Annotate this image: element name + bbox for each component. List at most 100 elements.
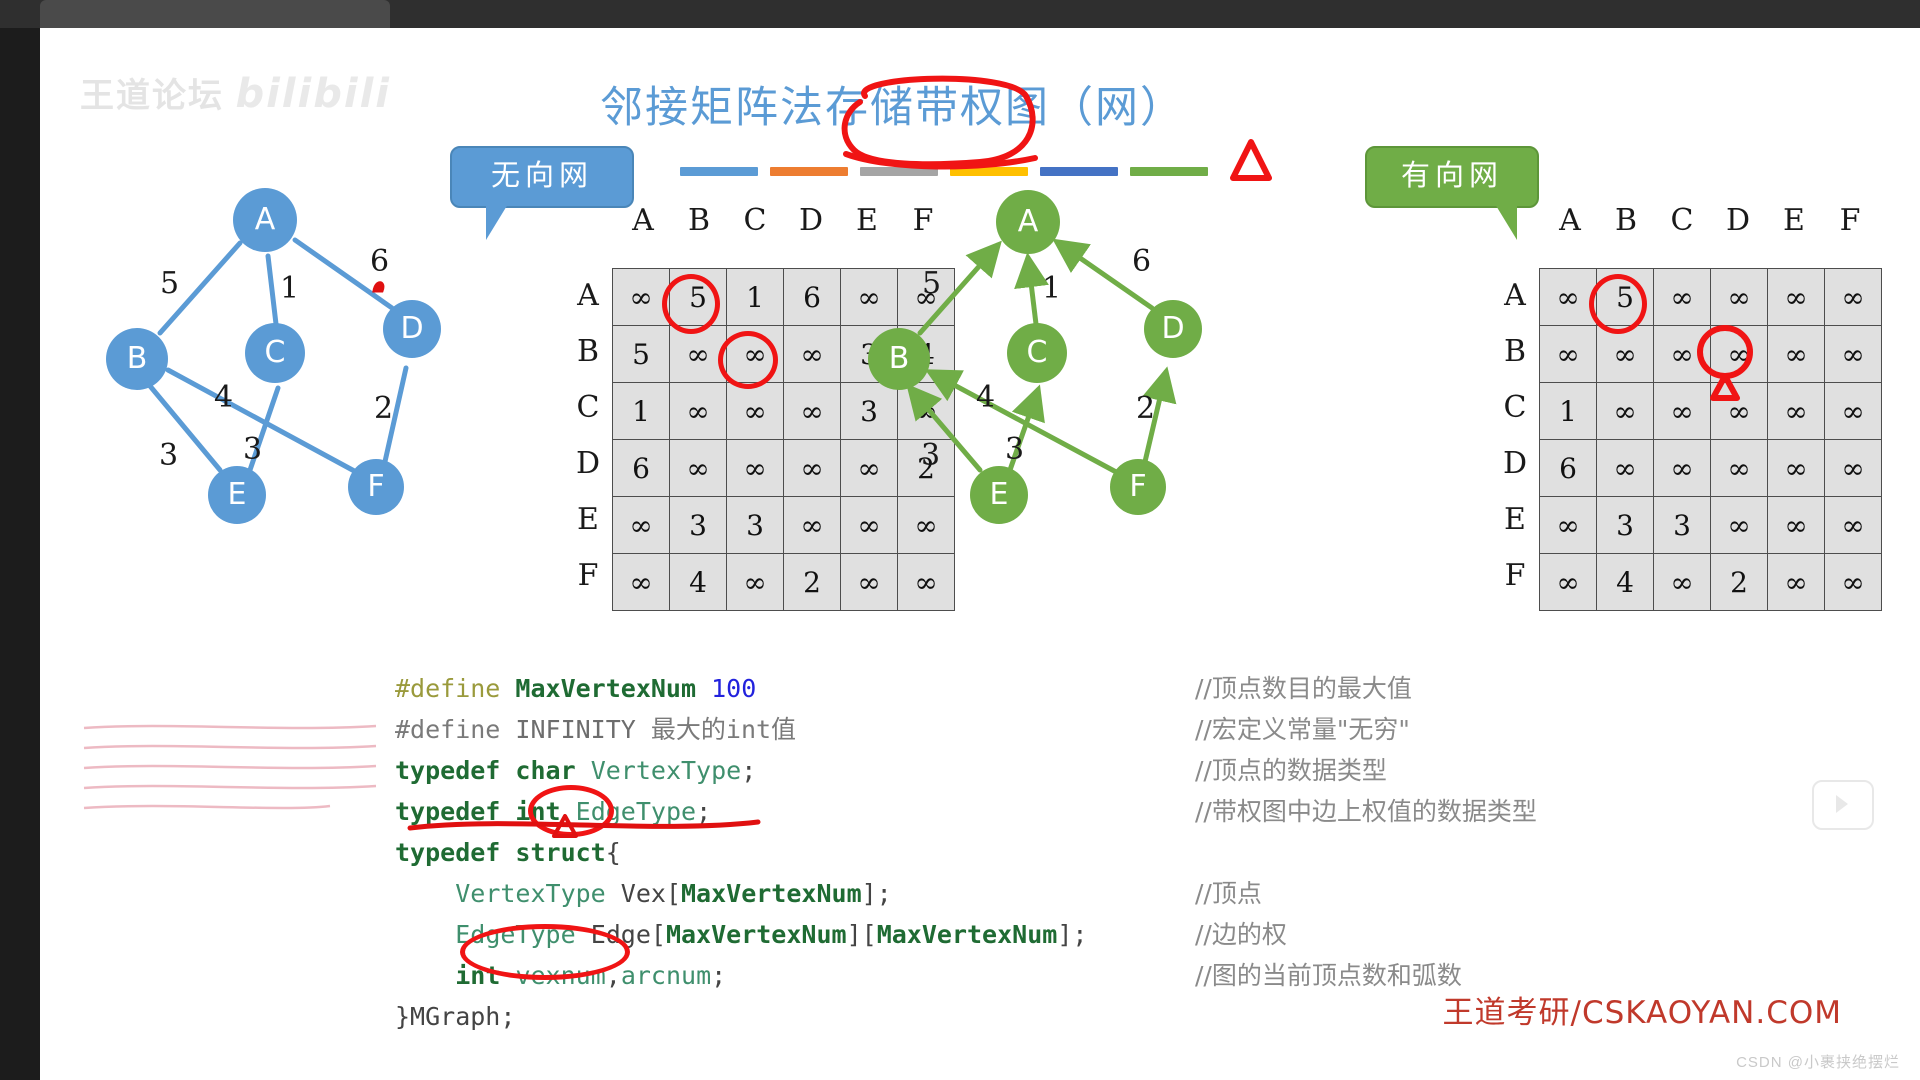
node-label: E: [227, 477, 247, 512]
matrix-cell: ∞: [1539, 325, 1597, 383]
code-token: 最大的int值: [650, 715, 797, 744]
edge-C-to-A: [1014, 252, 1049, 327]
row-header: B: [576, 334, 600, 369]
table-row: ∞ 4 ∞ 2 ∞ ∞: [612, 553, 955, 611]
callout-directed: 有向网: [1365, 146, 1539, 240]
edge-weight-A-D: 6: [370, 244, 390, 279]
matrix-cell: ∞: [840, 553, 898, 611]
code-token: arcnum: [620, 961, 712, 990]
edge-weight-F-B: 4: [976, 380, 996, 415]
matrix-cell: 1: [726, 268, 784, 326]
node-label: A: [254, 202, 276, 237]
node-label: E: [989, 477, 1009, 512]
matrix-cell: ∞: [1824, 439, 1882, 497]
col-header: A: [632, 203, 654, 238]
matrix-cell: ∞: [1767, 382, 1825, 440]
graph-node-A: A: [233, 188, 297, 252]
graph-node-F: F: [1110, 459, 1166, 515]
matrix-cell: ∞: [1710, 325, 1768, 383]
graph-node-D: D: [1144, 300, 1202, 358]
matrix-cell: ∞: [669, 382, 727, 440]
matrix-cell: ∞: [726, 439, 784, 497]
node-label: D: [1161, 311, 1185, 346]
row-header: E: [1504, 502, 1526, 537]
graph-node-B: B: [868, 328, 930, 390]
browser-topbar: [0, 0, 1920, 28]
graph-node-B: B: [106, 328, 168, 390]
row-header: E: [577, 502, 599, 537]
table-row: ∞ ∞ ∞ ∞ ∞ ∞: [1539, 325, 1882, 383]
code-token: #define: [395, 674, 501, 703]
matrix-cell: ∞: [1824, 496, 1882, 554]
row-header: A: [577, 278, 599, 313]
node-label: F: [367, 469, 385, 504]
graph-node-C: C: [1007, 323, 1067, 383]
ink-circle-int-keyword: [528, 785, 614, 837]
matrix-cell: ∞: [1653, 382, 1711, 440]
edge-B-F: [165, 367, 361, 476]
row-header: A: [1504, 278, 1526, 313]
node-label: C: [1026, 335, 1048, 370]
code-token: {: [605, 838, 621, 867]
matrix-cell: ∞: [1767, 268, 1825, 326]
node-label: B: [888, 341, 910, 376]
matrix-cell: ∞: [1767, 553, 1825, 611]
row-header: F: [577, 558, 599, 593]
matrix-directed-table: ∞ 5 ∞ ∞ ∞ ∞ ∞ ∞ ∞ ∞ ∞ ∞ 1 ∞ ∞ ∞ ∞ ∞ 6 ∞ ∞ ∞ ∞ ∞ ∞ 3 3 ∞ ∞ ∞ ∞ 4 ∞ 2 ∞ ∞: [1539, 268, 1882, 611]
matrix-cell: ∞: [897, 553, 955, 611]
code-token: VertexType: [455, 879, 606, 908]
matrix-cell: ∞: [1653, 439, 1711, 497]
col-header: E: [1783, 203, 1805, 238]
comment-line: //宏定义常量"无穷": [1195, 715, 1410, 744]
matrix-cell: ∞: [1710, 439, 1768, 497]
page-title: 邻接矩阵法存储带权图（网）: [600, 83, 1185, 133]
code-token: #define: [395, 715, 501, 744]
bilibili-watermark: 王道论坛 bilibili: [80, 68, 391, 117]
matrix-cell: ∞: [1767, 496, 1825, 554]
edge-weight-A-B: 5: [160, 266, 180, 301]
matrix-cell: ∞: [1539, 268, 1597, 326]
edge-A-C: [265, 253, 279, 327]
matrix-cell: ∞: [1653, 268, 1711, 326]
browser-tab[interactable]: [40, 0, 390, 28]
code-token: ;: [696, 797, 712, 826]
code-token: }MGraph;: [395, 1002, 516, 1031]
node-label: A: [1017, 204, 1039, 239]
matrix-directed-row-headers: A B C D E F: [1500, 268, 1530, 604]
row-header: B: [1503, 334, 1527, 369]
matrix-cell: 3: [1653, 496, 1711, 554]
code-token: MaxVertexNum: [876, 920, 1058, 949]
node-label: F: [1129, 469, 1147, 504]
matrix-cell: ∞: [1824, 553, 1882, 611]
graph-node-F: F: [348, 459, 404, 515]
ink-circle-edgetype: [460, 924, 630, 980]
edge-weight-B-E: 3: [159, 438, 179, 473]
edge-weight-C-E: 3: [243, 432, 263, 467]
graph-node-E: E: [970, 466, 1028, 524]
edge-weight-F-D: 2: [1136, 391, 1156, 426]
comment-line: [1195, 832, 1537, 873]
watermark-bilibili-text: bilibili: [235, 71, 391, 117]
code-line: typedef char VertexType;: [395, 750, 1087, 791]
code-token: char: [515, 756, 576, 785]
node-label: B: [126, 341, 148, 376]
matrix-cell: 6: [612, 439, 670, 497]
code-line: }MGraph;: [395, 996, 1087, 1037]
ink-scribble-lines: [83, 724, 377, 810]
code-token: typedef: [395, 756, 501, 785]
comment-line: //顶点数目的最大值: [1195, 674, 1412, 703]
code-line: typedef struct{: [395, 832, 1087, 873]
matrix-cell: 4: [1596, 553, 1654, 611]
code-token: ];: [1057, 920, 1088, 949]
code-line: #define INFINITY 最大的int值: [395, 709, 1087, 750]
code-line: VertexType Vex[MaxVertexNum];: [395, 873, 1087, 914]
graph-node-A: A: [996, 190, 1060, 254]
matrix-cell: ∞: [1596, 439, 1654, 497]
